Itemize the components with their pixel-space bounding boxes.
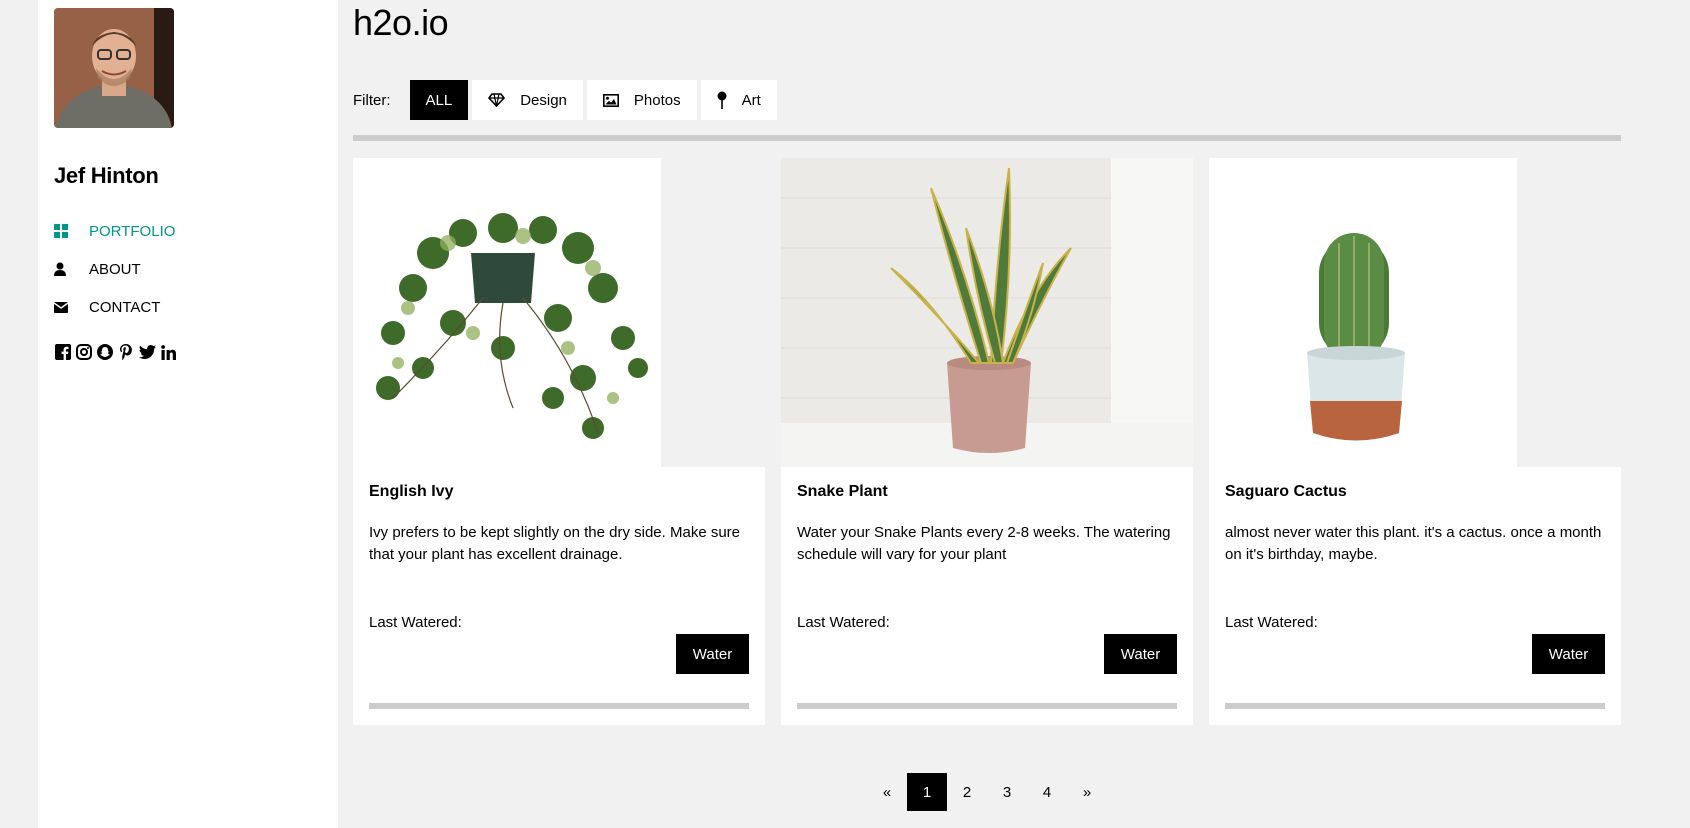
filter-all-label: ALL bbox=[425, 91, 453, 109]
plant-card-saguaro-cactus: Saguaro Cactus almost never water this p… bbox=[1209, 158, 1621, 725]
plant-card-snake-plant: Snake Plant Water your Snake Plants ever… bbox=[781, 158, 1193, 725]
pagination: « 1 2 3 4 » bbox=[353, 773, 1621, 811]
user-icon bbox=[54, 262, 89, 276]
plant-image-snake-plant bbox=[781, 158, 1193, 467]
header-divider bbox=[353, 135, 1621, 141]
plant-card-english-ivy: English Ivy Ivy prefers to be kept sligh… bbox=[353, 158, 765, 725]
pagination-next[interactable]: » bbox=[1067, 773, 1107, 811]
plant-image-saguaro-cactus bbox=[1209, 158, 1621, 467]
card-body: Snake Plant Water your Snake Plants ever… bbox=[797, 483, 1177, 631]
card-body: Saguaro Cactus almost never water this p… bbox=[1225, 483, 1605, 631]
card-progress-bar bbox=[797, 703, 1177, 709]
nav-label-about: ABOUT bbox=[89, 260, 141, 278]
filter-photos-button[interactable]: Photos bbox=[586, 80, 697, 120]
nav-item-contact[interactable]: CONTACT bbox=[54, 288, 175, 326]
filter-bar: Filter: ALL Design Photos Art bbox=[353, 80, 781, 120]
nav-label-portfolio: PORTFOLIO bbox=[89, 222, 176, 240]
card-title: English Ivy bbox=[369, 483, 454, 500]
filter-all-button[interactable]: ALL bbox=[409, 80, 469, 120]
linkedin-icon[interactable] bbox=[159, 343, 177, 361]
nav-label-contact: CONTACT bbox=[89, 298, 161, 316]
pagination-page-4[interactable]: 4 bbox=[1027, 773, 1067, 811]
last-watered-label: Last Watered: bbox=[797, 614, 890, 631]
instagram-icon[interactable] bbox=[75, 343, 93, 361]
diamond-icon bbox=[488, 93, 506, 107]
card-grid: English Ivy Ivy prefers to be kept sligh… bbox=[353, 158, 1621, 725]
filter-art-button[interactable]: Art bbox=[700, 80, 777, 120]
filter-design-button[interactable]: Design bbox=[472, 80, 583, 120]
snapchat-icon[interactable] bbox=[96, 343, 114, 361]
nav-item-about[interactable]: ABOUT bbox=[54, 250, 175, 288]
nav-item-portfolio[interactable]: PORTFOLIO bbox=[54, 212, 175, 250]
avatar bbox=[54, 8, 174, 128]
sidebar-nav: PORTFOLIO ABOUT CONTACT bbox=[54, 212, 175, 326]
card-description: almost never water this plant. it's a ca… bbox=[1225, 524, 1602, 563]
card-description: Water your Snake Plants every 2-8 weeks.… bbox=[797, 524, 1171, 563]
card-title: Snake Plant bbox=[797, 483, 888, 500]
filter-art-label: Art bbox=[741, 91, 761, 109]
pagination-page-1[interactable]: 1 bbox=[907, 773, 947, 811]
filter-design-label: Design bbox=[520, 91, 567, 109]
pagination-page-2[interactable]: 2 bbox=[947, 773, 987, 811]
twitter-icon[interactable] bbox=[138, 343, 156, 361]
water-button[interactable]: Water bbox=[1104, 634, 1177, 674]
pinterest-icon[interactable] bbox=[117, 343, 135, 361]
last-watered-label: Last Watered: bbox=[369, 614, 462, 631]
pagination-prev[interactable]: « bbox=[867, 773, 907, 811]
sidebar: Jef Hinton PORTFOLIO ABOUT CONTACT bbox=[38, 0, 338, 828]
last-watered-label: Last Watered: bbox=[1225, 614, 1318, 631]
card-title: Saguaro Cactus bbox=[1225, 483, 1347, 500]
card-progress-bar bbox=[1225, 703, 1605, 709]
map-pin-icon bbox=[717, 91, 727, 109]
pagination-page-3[interactable]: 3 bbox=[987, 773, 1027, 811]
filter-photos-label: Photos bbox=[633, 91, 681, 109]
plant-image-english-ivy bbox=[353, 158, 765, 467]
user-name: Jef Hinton bbox=[54, 163, 159, 188]
social-links bbox=[54, 343, 177, 361]
water-button[interactable]: Water bbox=[1532, 634, 1605, 674]
envelope-icon bbox=[54, 301, 89, 313]
water-button[interactable]: Water bbox=[676, 634, 749, 674]
page-title: h2o.io bbox=[353, 2, 449, 43]
card-description: Ivy prefers to be kept slightly on the d… bbox=[369, 524, 741, 563]
grid-icon bbox=[54, 224, 89, 238]
card-body: English Ivy Ivy prefers to be kept sligh… bbox=[369, 483, 749, 631]
photo-icon bbox=[602, 93, 619, 107]
card-progress-bar bbox=[369, 703, 749, 709]
filter-label: Filter: bbox=[353, 91, 391, 109]
facebook-icon[interactable] bbox=[54, 343, 72, 361]
